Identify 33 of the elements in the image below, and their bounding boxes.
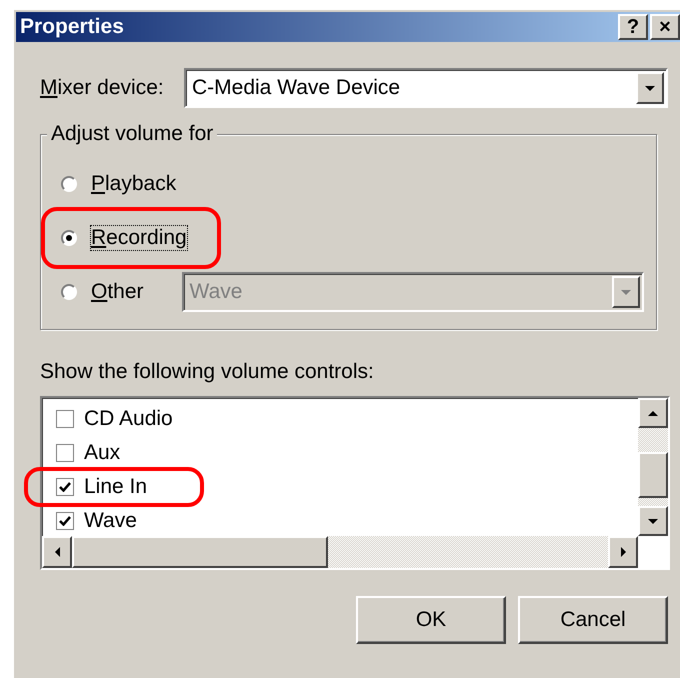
cancel-button[interactable]: Cancel — [518, 596, 668, 644]
close-button[interactable]: × — [650, 14, 680, 40]
list-item[interactable]: Line In — [56, 470, 638, 504]
list-item[interactable]: Wave — [56, 504, 638, 536]
checkbox[interactable] — [56, 512, 74, 530]
ok-button[interactable]: OK — [356, 596, 506, 644]
scroll-up-icon — [648, 410, 658, 416]
scroll-down-icon — [648, 518, 658, 524]
check-icon — [59, 482, 71, 492]
mixer-device-dropdown[interactable]: C-Media Wave Device — [184, 68, 668, 108]
checkbox[interactable] — [56, 444, 74, 462]
scroll-right-icon — [620, 547, 626, 557]
checkbox[interactable] — [56, 410, 74, 428]
list-item[interactable]: CD Audio — [56, 402, 638, 436]
dropdown-arrow-icon — [620, 290, 631, 294]
mixer-device-label: Mixer device: — [40, 76, 165, 100]
checkbox[interactable] — [56, 478, 74, 496]
group-title: Adjust volume for — [47, 122, 218, 146]
controls-label: Show the following volume controls: — [40, 360, 375, 384]
radio-button[interactable] — [61, 284, 77, 300]
radio-label: Playback — [91, 172, 176, 196]
horizontal-scrollbar[interactable] — [42, 536, 638, 568]
radio-label: Recording — [91, 226, 187, 250]
list-item[interactable]: Aux — [56, 436, 638, 470]
window-title: Properties — [20, 15, 124, 39]
check-icon — [59, 516, 71, 526]
vertical-scrollbar[interactable] — [638, 398, 668, 536]
radio-label: Other — [91, 280, 144, 304]
help-button[interactable]: ? — [618, 14, 648, 40]
radio-button[interactable] — [61, 176, 77, 192]
radio-button[interactable] — [61, 230, 77, 246]
scroll-left-icon — [54, 547, 60, 557]
dropdown-arrow-icon — [645, 86, 655, 90]
